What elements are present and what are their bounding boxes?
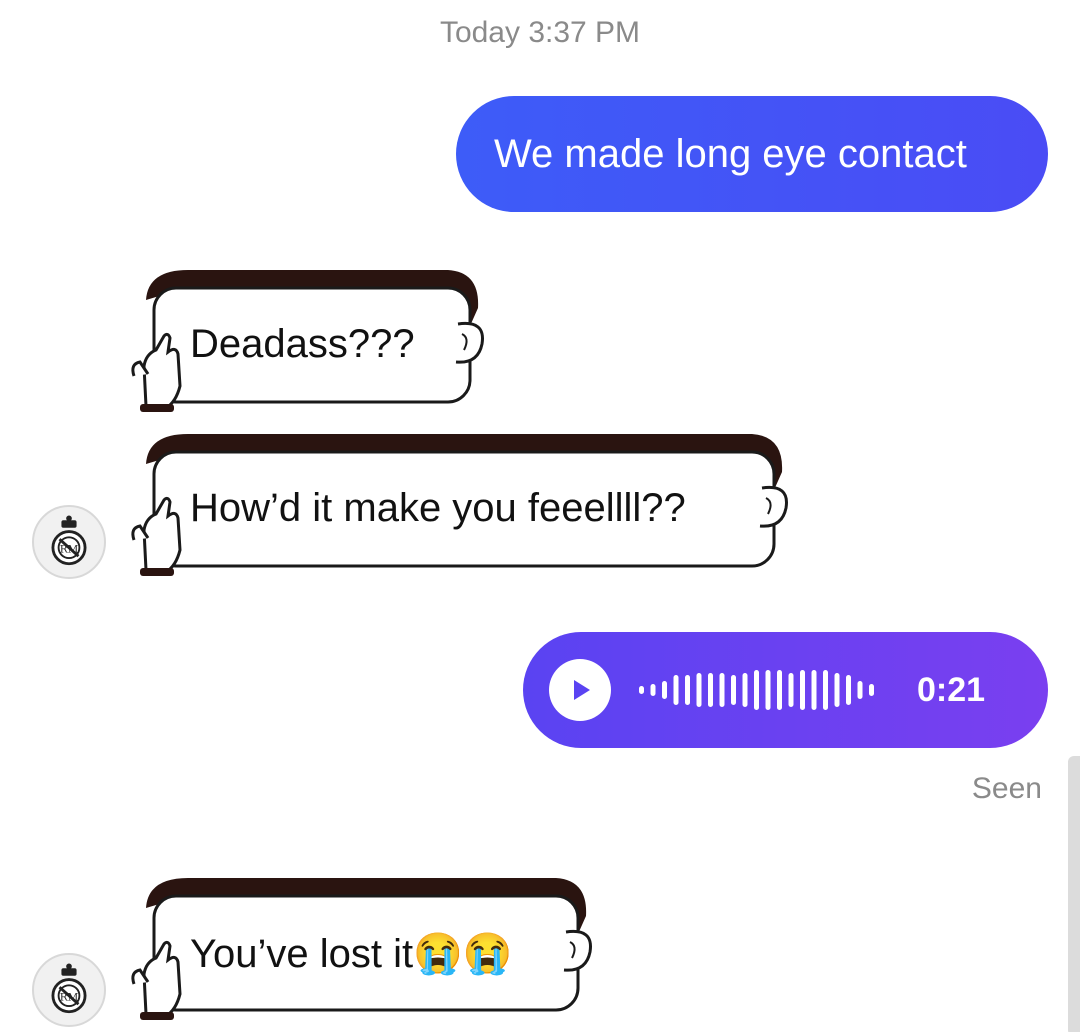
scrollbar[interactable] xyxy=(1068,756,1080,1032)
message-text: How’d it make you feeellll?? xyxy=(190,486,686,530)
waveform-icon xyxy=(639,670,874,710)
waveform-bar xyxy=(708,673,713,707)
waveform-bar xyxy=(765,670,771,710)
svg-text:RM: RM xyxy=(60,543,79,555)
crying-emoji-icon: 😭😭 xyxy=(413,932,513,976)
waveform-bar xyxy=(685,675,690,705)
waveform-bar xyxy=(650,684,656,696)
message-text-row: You’ve lost it😭😭 xyxy=(190,930,513,977)
svg-text:RM: RM xyxy=(60,991,79,1003)
contact-avatar[interactable]: RM xyxy=(32,953,106,1027)
waveform-bar xyxy=(788,673,794,707)
waveform-bar xyxy=(777,670,782,710)
play-icon xyxy=(574,680,590,700)
waveform-bar xyxy=(731,675,736,705)
seen-status: Seen xyxy=(971,772,1042,805)
message-text: You’ve lost it xyxy=(190,932,414,976)
hand-icon xyxy=(131,332,182,412)
waveform-bar xyxy=(742,673,748,707)
incoming-message-bubble[interactable]: Deadass??? xyxy=(118,264,490,414)
incoming-message-bubble[interactable]: How’d it make you feeellll?? xyxy=(118,428,794,578)
real-madrid-crest-icon: RM xyxy=(51,963,87,1014)
chat-thread: Today 3:37 PM We made long eye contact D… xyxy=(0,0,1080,1032)
message-text: We made long eye contact xyxy=(494,131,967,176)
message-timestamp: Today 3:37 PM xyxy=(439,16,641,49)
waveform-bar xyxy=(754,670,759,710)
waveform-bar xyxy=(823,670,828,710)
incoming-message-bubble[interactable]: You’ve lost it😭😭 xyxy=(118,872,598,1022)
play-button[interactable] xyxy=(549,659,611,721)
waveform-bar xyxy=(696,673,702,707)
waveform-bar xyxy=(800,670,805,710)
waveform-bar xyxy=(869,684,874,696)
waveform-bar xyxy=(639,686,644,694)
real-madrid-crest-icon: RM xyxy=(51,515,87,566)
outgoing-message-bubble[interactable]: We made long eye contact xyxy=(456,96,1048,212)
hand-icon xyxy=(131,496,182,576)
message-text: Deadass??? xyxy=(190,322,415,366)
waveform-bar xyxy=(846,675,851,705)
voice-message-bubble[interactable]: 0:21 xyxy=(523,632,1048,748)
contact-avatar[interactable]: RM xyxy=(32,505,106,579)
voice-duration: 0:21 xyxy=(917,670,986,709)
waveform-bar xyxy=(719,673,725,707)
waveform-bar xyxy=(811,670,817,710)
hand-icon xyxy=(131,940,182,1020)
waveform-bar xyxy=(834,673,840,707)
waveform-bar xyxy=(662,681,667,699)
waveform-bar xyxy=(857,681,863,699)
waveform-bar xyxy=(673,675,679,705)
